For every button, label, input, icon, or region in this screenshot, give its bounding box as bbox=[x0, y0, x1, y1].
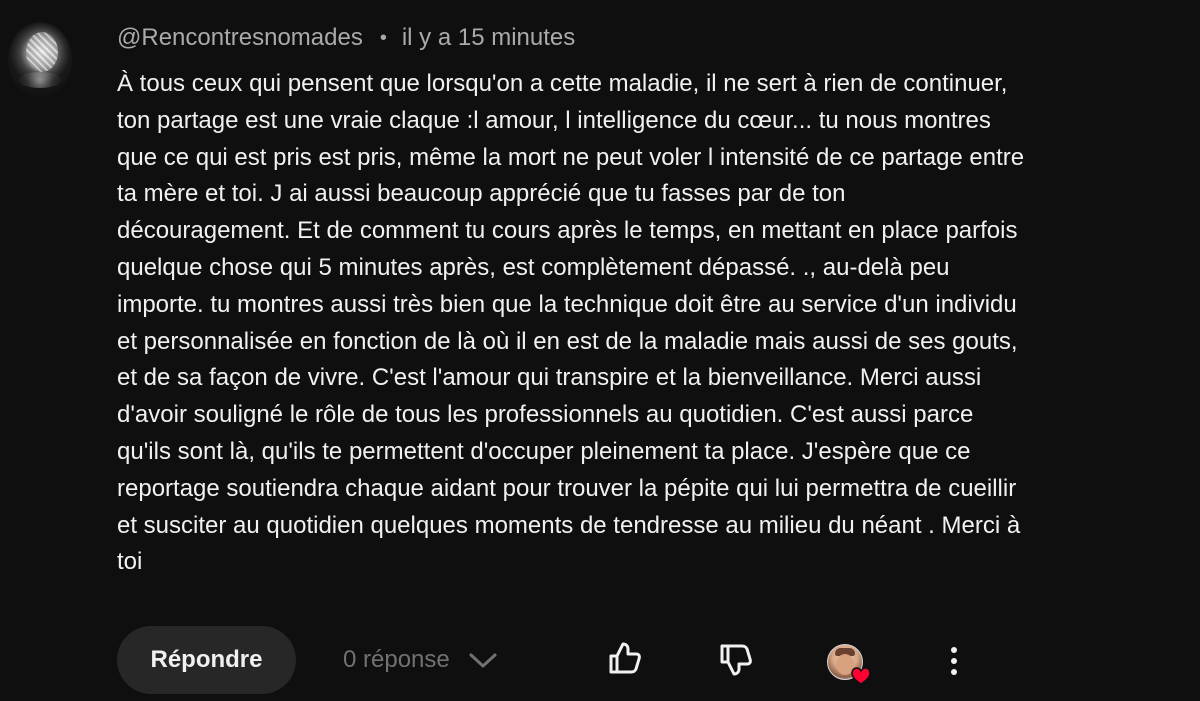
heart-icon bbox=[851, 667, 871, 685]
dislike-button[interactable] bbox=[716, 639, 756, 679]
thumbs-up-icon bbox=[609, 642, 641, 674]
author-avatar[interactable] bbox=[8, 22, 72, 97]
comment-body: À tous ceux qui pensent que lorsqu'on a … bbox=[117, 70, 1025, 576]
comment-timestamp[interactable]: il y a 15 minutes bbox=[402, 23, 575, 53]
more-vertical-icon bbox=[951, 647, 957, 675]
like-button[interactable] bbox=[605, 639, 645, 679]
more-actions-button[interactable] bbox=[939, 641, 969, 681]
chevron-down-icon bbox=[467, 648, 499, 672]
reply-count-toggle[interactable]: 0 réponse bbox=[343, 643, 499, 677]
reply-button[interactable]: Répondre bbox=[117, 626, 296, 694]
comment-header: @Rencontresnomades • il y a 15 minutes bbox=[117, 23, 575, 53]
avatar-reflection bbox=[18, 72, 62, 88]
comment-card: @Rencontresnomades • il y a 15 minutes À… bbox=[0, 0, 1200, 701]
author-name[interactable]: @Rencontresnomades bbox=[117, 23, 363, 53]
meta-separator: • bbox=[379, 27, 387, 49]
globe-avatar-art bbox=[26, 32, 58, 72]
reply-count-label: 0 réponse bbox=[343, 646, 450, 673]
thumbs-down-icon bbox=[720, 644, 752, 676]
